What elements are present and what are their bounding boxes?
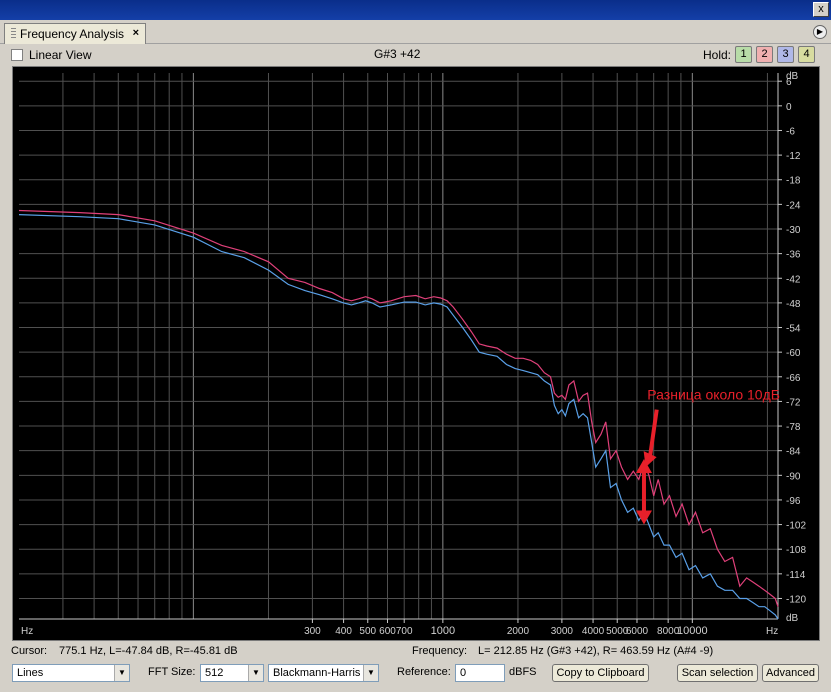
note-readout: G#3 +42 <box>374 47 421 61</box>
hold-button-4[interactable]: 4 <box>798 46 815 63</box>
y-tick-label: -6 <box>786 126 795 137</box>
y-tick-label: -24 <box>786 200 801 211</box>
x-unit-label-right: Hz <box>766 626 778 637</box>
display-style-value: Lines <box>17 667 44 679</box>
frequency-readout: L= 212.85 Hz (G#3 +42), R= 463.59 Hz (A#… <box>478 645 714 657</box>
panel-menu-icon[interactable]: ▶ <box>813 25 827 39</box>
scan-selection-button[interactable]: Scan selection <box>677 664 758 682</box>
x-tick-label: 1000 <box>431 625 455 637</box>
copy-to-clipboard-button[interactable]: Copy to Clipboard <box>552 664 649 682</box>
y-tick-label: -114 <box>786 570 806 581</box>
linear-view-label: Linear View <box>29 48 92 62</box>
status-bar: Cursor: 775.1 Hz, L=-47.84 dB, R=-45.81 … <box>0 642 831 662</box>
y-tick-label: -12 <box>786 151 801 162</box>
x-tick-label: 500 <box>359 626 376 637</box>
y-tick-label: -108 <box>786 545 806 556</box>
y-tick-label: -84 <box>786 447 801 458</box>
spectrum-chart[interactable]: 60-6-12-18-24-30-36-42-48-54-60-66-72-78… <box>13 67 819 640</box>
annotation-text: Разница около 10дБ <box>647 386 780 402</box>
fft-size-value: 512 <box>205 667 224 679</box>
window-function-value: Blackmann-Harris <box>273 667 361 679</box>
analysis-controls: Lines ▼ FFT Size: 512 ▼ Blackmann-Harris… <box>0 662 831 692</box>
window-close-button[interactable]: x <box>813 2 829 17</box>
spectrum-plot[interactable]: 6 0 -6 -12 -18 -24 -30 -36 -42 -48 -54 -60 -66 -72 -78… <box>12 66 820 641</box>
hold-label: Hold: <box>703 48 732 62</box>
y-tick-label: -18 <box>786 176 801 187</box>
x-tick-label: 600 <box>379 626 396 637</box>
display-style-select[interactable]: Lines ▼ <box>12 664 130 682</box>
y-tick-label: -48 <box>786 299 801 310</box>
tab-grip-icon <box>11 28 16 40</box>
chevron-down-icon: ▼ <box>114 665 129 681</box>
frequency-label: Frequency: <box>412 645 468 657</box>
x-tick-label: 3000 <box>551 626 574 637</box>
y-tick-label: -66 <box>786 373 801 384</box>
y-tick-label: -30 <box>786 225 801 236</box>
y-tick-label: 0 <box>786 102 792 113</box>
y-tick-label: -102 <box>786 521 806 532</box>
plot-background <box>13 67 819 640</box>
tab-frequency-analysis[interactable]: Frequency Analysis × <box>4 23 146 44</box>
y-tick-label: -72 <box>786 397 801 408</box>
y-unit-label-top: dB <box>786 71 799 82</box>
reference-label: Reference: <box>397 666 451 678</box>
x-tick-label: 6000 <box>626 626 649 637</box>
y-unit-label-bottom: dB <box>786 613 799 624</box>
reference-input[interactable]: 0 <box>455 664 505 682</box>
hold-button-1[interactable]: 1 <box>735 46 752 63</box>
x-tick-label: 400 <box>335 626 352 637</box>
tab-label: Frequency Analysis <box>20 27 125 41</box>
hold-button-3[interactable]: 3 <box>777 46 794 63</box>
cursor-label: Cursor: <box>11 645 48 657</box>
x-tick-label: 300 <box>304 626 321 637</box>
window-titlebar: x <box>0 0 831 20</box>
cursor-readout: 775.1 Hz, L=-47.84 dB, R=-45.81 dB <box>59 645 238 657</box>
y-tick-label: -78 <box>786 422 801 433</box>
panel-tabstrip: Frequency Analysis × <box>0 20 831 44</box>
x-tick-label: 700 <box>396 626 413 637</box>
tab-close-icon[interactable]: × <box>133 27 139 39</box>
x-tick-label: 2000 <box>507 626 530 637</box>
x-unit-label-left: Hz <box>21 626 33 637</box>
x-tick-label: 4000 <box>582 626 605 637</box>
y-tick-label: -96 <box>786 496 801 507</box>
fft-size-select[interactable]: 512 ▼ <box>200 664 264 682</box>
analysis-toolbar: Linear View G#3 +42 Hold: 1 2 3 4 <box>0 44 831 66</box>
reference-unit: dBFS <box>509 666 537 678</box>
y-tick-label: -90 <box>786 471 801 482</box>
y-tick-label: -60 <box>786 348 801 359</box>
x-tick-label: 10000 <box>677 625 708 637</box>
y-tick-label: -42 <box>786 274 801 285</box>
chevron-down-icon: ▼ <box>363 665 378 681</box>
linear-view-checkbox[interactable] <box>11 49 23 61</box>
y-tick-label: -120 <box>786 594 806 605</box>
y-tick-label: -36 <box>786 250 801 261</box>
y-tick-label: -54 <box>786 324 801 335</box>
window-function-select[interactable]: Blackmann-Harris ▼ <box>268 664 379 682</box>
chevron-down-icon: ▼ <box>248 665 263 681</box>
advanced-button[interactable]: Advanced <box>762 664 819 682</box>
hold-button-2[interactable]: 2 <box>756 46 773 63</box>
fft-size-label: FFT Size: <box>148 666 196 678</box>
